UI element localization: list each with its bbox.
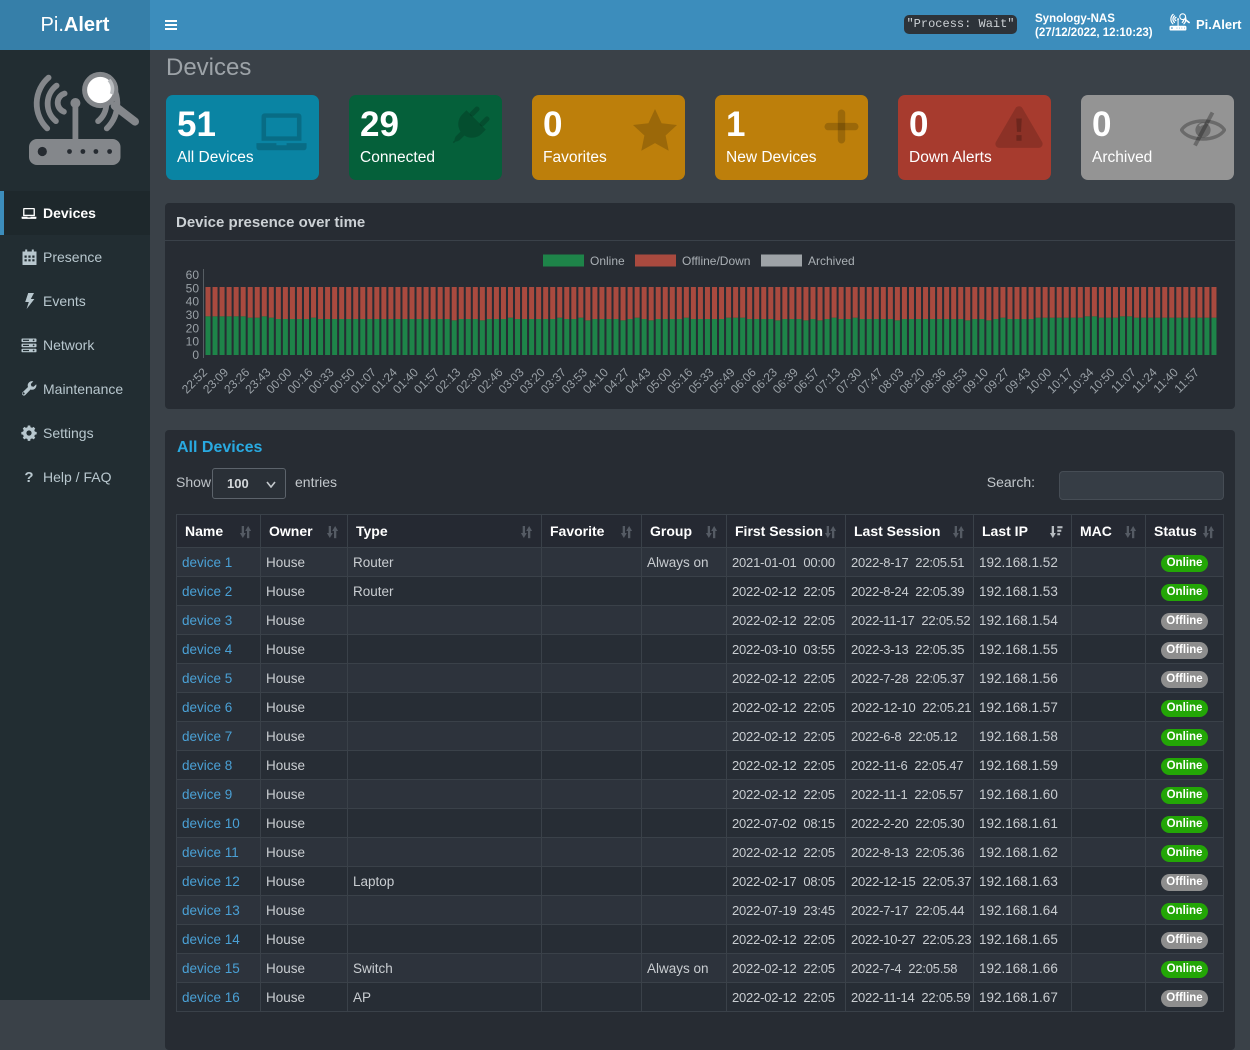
svg-text:10: 10 xyxy=(186,335,200,349)
svg-text:0: 0 xyxy=(192,348,199,362)
svg-text:30: 30 xyxy=(186,308,200,322)
svg-text:50: 50 xyxy=(186,281,200,295)
svg-text:60: 60 xyxy=(186,268,200,282)
svg-text:Offline/Down: Offline/Down xyxy=(682,254,750,268)
svg-text:11:57: 11:57 xyxy=(1172,365,1203,396)
svg-text:Archived: Archived xyxy=(808,254,855,268)
svg-text:20: 20 xyxy=(186,321,200,335)
svg-text:40: 40 xyxy=(186,295,200,309)
svg-text:Online: Online xyxy=(590,254,625,268)
